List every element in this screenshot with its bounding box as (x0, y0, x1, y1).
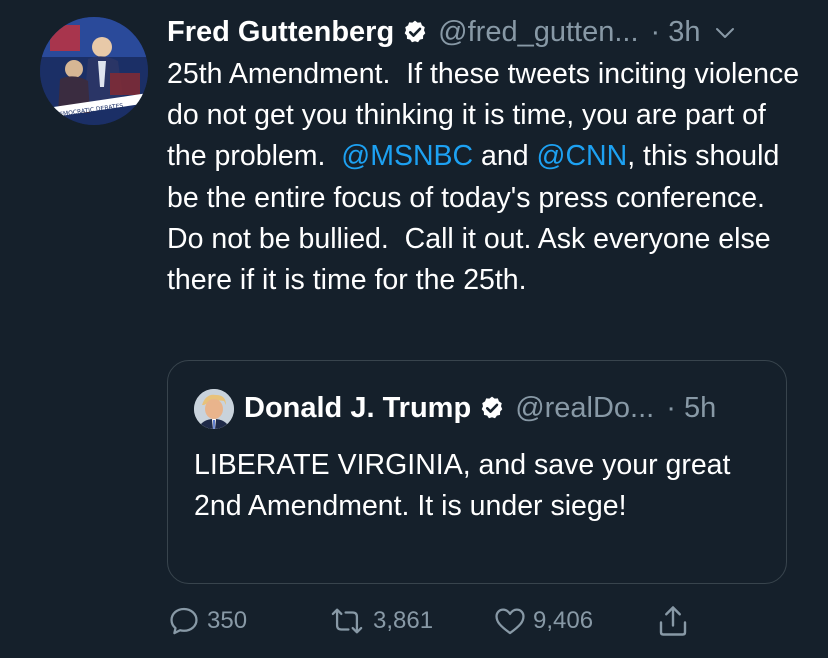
mention-msnbc[interactable]: @MSNBC (341, 140, 473, 172)
quoted-tweet[interactable]: Donald J. Trump @realDo... · 5h LIBERATE… (167, 360, 787, 584)
retweet-button[interactable]: 3,861 (327, 600, 433, 642)
quoted-author-avatar (194, 389, 234, 429)
author-avatar[interactable]: DEMOCRATIC DEBATES (40, 17, 148, 125)
verified-badge-icon (479, 395, 505, 421)
author-name[interactable]: Fred Guttenberg (167, 16, 394, 49)
tweet-time[interactable]: · 3h (651, 16, 701, 49)
tweet: DEMOCRATIC DEBATES Fred Guttenberg @fred… (0, 0, 828, 658)
chevron-down-icon[interactable] (713, 20, 737, 44)
retweet-icon (327, 604, 367, 638)
quoted-author-handle[interactable]: @realDo... (515, 392, 654, 425)
quoted-tweet-text: LIBERATE VIRGINIA, and save your great 2… (194, 449, 731, 523)
quoted-author-name[interactable]: Donald J. Trump (244, 392, 471, 425)
verified-badge-icon (402, 19, 428, 45)
share-icon (655, 603, 691, 639)
author-handle[interactable]: @fred_gutten... (438, 16, 638, 49)
tweet-header: Fred Guttenberg @fred_gutten... · 3h (167, 11, 737, 53)
reply-button[interactable]: 350 (167, 600, 247, 642)
tweet-text-part: and (473, 140, 537, 173)
tweet-text: 25th Amendment. If these tweets inciting… (167, 54, 807, 301)
reply-count: 350 (207, 607, 248, 634)
heart-icon (493, 604, 527, 638)
like-button[interactable]: 9,406 (493, 600, 593, 642)
quoted-tweet-header: Donald J. Trump @realDo... · 5h (244, 387, 716, 429)
reply-icon (167, 604, 201, 638)
tweet-actions: 350 3,861 9,406 (167, 600, 707, 642)
mention-cnn[interactable]: @CNN (537, 140, 628, 172)
retweet-count: 3,861 (373, 607, 434, 634)
like-count: 9,406 (533, 607, 594, 634)
share-button[interactable] (655, 600, 691, 642)
quoted-tweet-time[interactable]: · 5h (666, 392, 716, 425)
